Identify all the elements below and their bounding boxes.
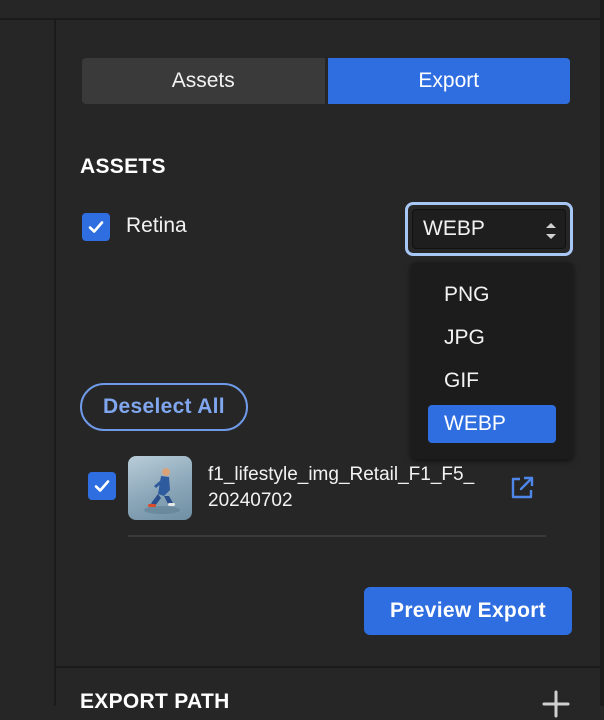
panel-divider (54, 20, 56, 706)
asset-thumbnail (128, 456, 192, 520)
tab-assets[interactable]: Assets (82, 58, 325, 104)
asset-name: f1_lifestyle_img_Retail_F1_F5_ 20240702 (208, 462, 508, 514)
asset-name-line1: f1_lifestyle_img_Retail_F1_F5_ (208, 464, 475, 485)
format-select[interactable]: WEBP (405, 202, 573, 256)
retina-checkbox[interactable] (82, 213, 110, 241)
top-border (0, 18, 604, 20)
assets-section-heading: ASSETS (80, 155, 166, 178)
format-select-value: WEBP (423, 217, 485, 240)
export-path-heading: EXPORT PATH (80, 690, 230, 713)
asset-name-line2: 20240702 (208, 490, 293, 511)
row-divider (128, 535, 546, 537)
tab-bar: Assets Export (82, 58, 570, 104)
format-dropdown: PNG JPG GIF WEBP (411, 262, 573, 459)
plus-icon[interactable] (540, 688, 572, 720)
right-edge (600, 0, 604, 706)
preview-export-button[interactable]: Preview Export (364, 587, 572, 635)
format-option-webp[interactable]: WEBP (428, 405, 556, 443)
format-option-gif[interactable]: GIF (428, 362, 556, 400)
format-select-value-box: WEBP (412, 209, 566, 249)
checkmark-icon (94, 480, 110, 492)
deselect-all-button[interactable]: Deselect All (80, 383, 248, 431)
left-panel (0, 20, 54, 706)
asset-checkbox[interactable] (88, 472, 116, 500)
format-option-jpg[interactable]: JPG (428, 319, 556, 357)
select-arrows-icon (546, 223, 556, 239)
retina-label: Retina (126, 214, 187, 237)
format-option-png[interactable]: PNG (428, 276, 556, 314)
open-external-icon[interactable] (508, 474, 536, 502)
section-divider (54, 666, 600, 668)
checkmark-icon (88, 221, 104, 233)
tab-export[interactable]: Export (327, 58, 570, 104)
